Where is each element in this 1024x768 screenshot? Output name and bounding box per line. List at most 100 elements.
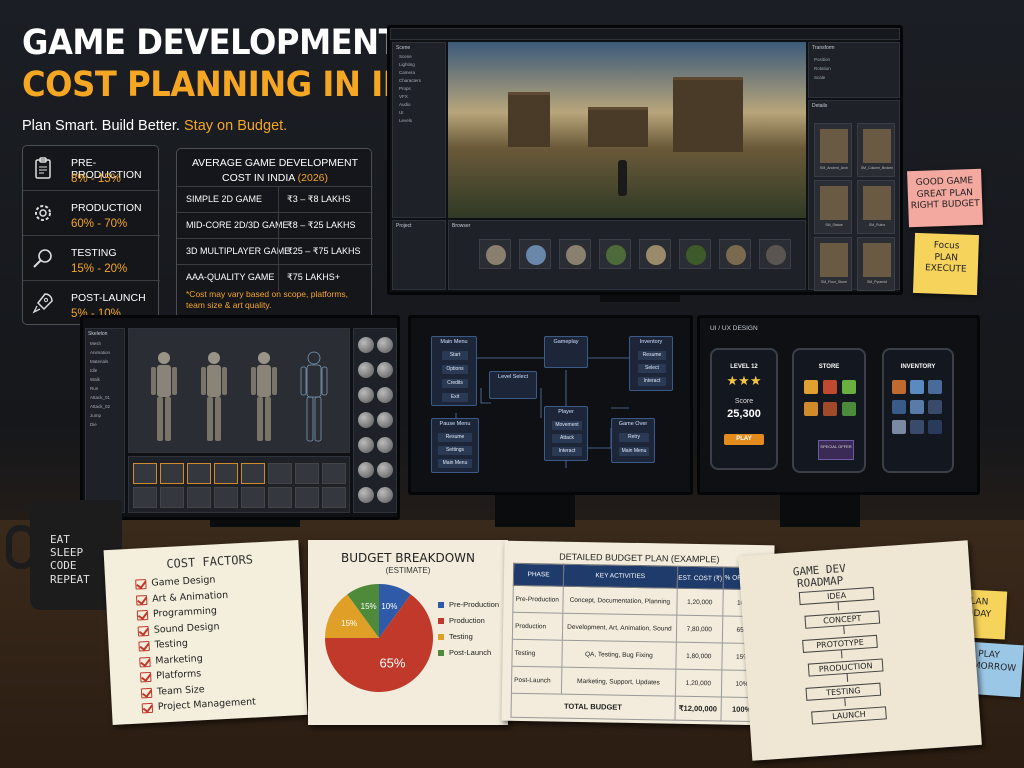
node-btn-select[interactable]: Select: [638, 364, 666, 373]
node-main-menu[interactable]: Main Menu Start Options Credits Exit: [431, 336, 477, 406]
inventory-slot[interactable]: [910, 400, 924, 414]
play-button[interactable]: PLAY: [724, 434, 764, 445]
animation-list-item[interactable]: Mesh: [86, 339, 124, 348]
node-player[interactable]: Player Movement Attack Interact: [544, 406, 588, 461]
node-btn-resume[interactable]: Resume: [638, 351, 666, 360]
store-item[interactable]: [842, 380, 856, 394]
animation-thumbnail[interactable]: [322, 487, 346, 508]
animation-list-item[interactable]: Idle: [86, 366, 124, 375]
material-sphere[interactable]: [358, 487, 374, 503]
asset-thumbnail[interactable]: [599, 239, 631, 269]
store-item[interactable]: [804, 380, 818, 394]
node-btn-retry[interactable]: Retry: [619, 433, 649, 442]
asset-thumbnail[interactable]: [679, 239, 711, 269]
material-sphere[interactable]: [377, 337, 393, 353]
animation-list-item[interactable]: Die: [86, 420, 124, 429]
animation-thumbnail[interactable]: [160, 463, 184, 484]
node-btn-options[interactable]: Options: [442, 365, 468, 374]
animation-list-item[interactable]: Walk: [86, 375, 124, 384]
inventory-slot[interactable]: [928, 380, 942, 394]
hierarchy-item[interactable]: VFX: [399, 93, 445, 101]
asset-thumbnail[interactable]: [479, 239, 511, 269]
store-item[interactable]: [823, 402, 837, 416]
inventory-slot[interactable]: [910, 380, 924, 394]
animation-thumbnail[interactable]: [160, 487, 184, 508]
animation-thumbnail[interactable]: [214, 463, 238, 484]
animation-thumbnail[interactable]: [268, 487, 292, 508]
animation-thumbnail[interactable]: [133, 463, 157, 484]
asset-thumbnail[interactable]: SM_Ancient_Arch: [814, 123, 852, 177]
asset-thumbnail[interactable]: SM_Ruins: [857, 180, 895, 234]
material-sphere[interactable]: [377, 437, 393, 453]
asset-thumbnail[interactable]: [559, 239, 591, 269]
node-btn-attack[interactable]: Attack: [552, 434, 582, 443]
animation-list-item[interactable]: Attack_02: [86, 402, 124, 411]
node-btn-interact[interactable]: Interact: [638, 377, 666, 386]
node-btn-start[interactable]: Start: [442, 351, 468, 360]
node-game-over[interactable]: Game Over Retry Main Menu: [611, 418, 655, 463]
animation-thumbnail[interactable]: [241, 463, 265, 484]
hierarchy-item[interactable]: Lighting: [399, 61, 445, 69]
store-item[interactable]: [823, 380, 837, 394]
node-btn-resume[interactable]: Resume: [438, 433, 472, 442]
inventory-slot[interactable]: [910, 420, 924, 434]
asset-thumbnail[interactable]: SM_Column_Broken: [857, 123, 895, 177]
node-btn-exit[interactable]: Exit: [442, 393, 468, 402]
animation-list-item[interactable]: Animation: [86, 348, 124, 357]
special-offer[interactable]: SPECIAL OFFER: [818, 440, 854, 460]
asset-thumbnail[interactable]: SM_Statue: [814, 180, 852, 234]
material-sphere[interactable]: [358, 387, 374, 403]
hierarchy-item[interactable]: UI: [399, 109, 445, 117]
node-pause-menu[interactable]: Pause Menu Resume Settings Main Menu: [431, 418, 479, 473]
animation-thumbnail[interactable]: [295, 463, 319, 484]
inventory-slot[interactable]: [928, 400, 942, 414]
hierarchy-item[interactable]: Props: [399, 85, 445, 93]
animation-thumbnail[interactable]: [187, 463, 211, 484]
animation-list-item[interactable]: Run: [86, 384, 124, 393]
node-btn-movement[interactable]: Movement: [552, 421, 582, 430]
node-gameplay[interactable]: Gameplay: [544, 336, 588, 368]
inventory-slot[interactable]: [892, 400, 906, 414]
material-sphere[interactable]: [377, 387, 393, 403]
animation-thumbnail[interactable]: [322, 463, 346, 484]
asset-thumbnail[interactable]: SM_Floor_Stone: [814, 237, 852, 291]
animation-thumbnail[interactable]: [241, 487, 265, 508]
hierarchy-item[interactable]: Scene: [399, 53, 445, 61]
material-sphere[interactable]: [377, 462, 393, 478]
hierarchy-item[interactable]: Levels: [399, 117, 445, 125]
animation-thumbnail[interactable]: [214, 487, 238, 508]
inventory-slot[interactable]: [892, 380, 906, 394]
asset-thumbnail[interactable]: [519, 239, 551, 269]
store-item[interactable]: [842, 402, 856, 416]
material-sphere[interactable]: [358, 362, 374, 378]
animation-list-item[interactable]: Jump: [86, 411, 124, 420]
animation-thumbnail[interactable]: [133, 487, 157, 508]
hierarchy-item[interactable]: Audio: [399, 101, 445, 109]
material-sphere[interactable]: [358, 412, 374, 428]
node-level-select[interactable]: Level Select: [489, 371, 537, 399]
asset-thumbnail[interactable]: SM_Pyramid: [857, 237, 895, 291]
material-sphere[interactable]: [358, 337, 374, 353]
character-viewport[interactable]: [128, 328, 350, 453]
node-inventory[interactable]: Inventory Resume Select Interact: [629, 336, 673, 391]
asset-thumbnail[interactable]: [639, 239, 671, 269]
animation-thumbnail[interactable]: [295, 487, 319, 508]
animation-thumbnail[interactable]: [268, 463, 292, 484]
asset-thumbnail[interactable]: [759, 239, 791, 269]
material-sphere[interactable]: [377, 362, 393, 378]
node-btn-settings[interactable]: Settings: [438, 446, 472, 455]
animation-thumbnail[interactable]: [187, 487, 211, 508]
hierarchy-item[interactable]: Camera: [399, 69, 445, 77]
material-sphere[interactable]: [377, 487, 393, 503]
animation-list-item[interactable]: Attack_01: [86, 393, 124, 402]
node-btn-main-menu[interactable]: Main Menu: [619, 447, 649, 456]
node-btn-credits[interactable]: Credits: [442, 379, 468, 388]
material-sphere[interactable]: [358, 462, 374, 478]
scene-viewport[interactable]: [448, 42, 806, 218]
asset-thumbnail[interactable]: [719, 239, 751, 269]
inventory-slot[interactable]: [892, 420, 906, 434]
material-sphere[interactable]: [377, 412, 393, 428]
hierarchy-tab[interactable]: Scene: [393, 43, 445, 53]
material-sphere[interactable]: [358, 437, 374, 453]
animation-list-item[interactable]: Materials: [86, 357, 124, 366]
